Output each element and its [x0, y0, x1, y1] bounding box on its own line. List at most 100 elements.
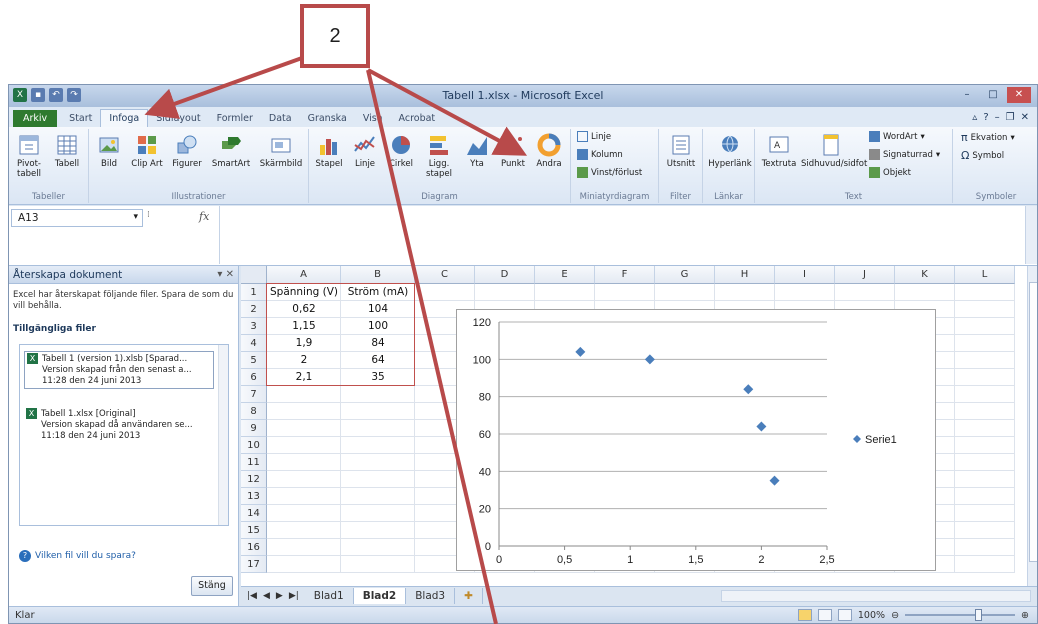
symbol-button[interactable]: Ω Symbol [961, 149, 1004, 162]
close-recovery-button[interactable]: Stäng [191, 576, 233, 596]
ribbon-minimize-icon[interactable]: ▵ [972, 112, 977, 123]
row-header-5[interactable]: 5 [241, 352, 267, 369]
column-header-e[interactable]: E [535, 266, 595, 284]
column-header-k[interactable]: K [895, 266, 955, 284]
slicer-button[interactable]: Utsnitt [661, 133, 701, 169]
tab-data[interactable]: Data [261, 110, 300, 127]
row-header-4[interactable]: 4 [241, 335, 267, 352]
row-header-17[interactable]: 17 [241, 556, 267, 573]
cell-b3[interactable]: 100 [341, 318, 415, 335]
clipart-button[interactable]: Clip Art [127, 133, 167, 169]
prev-sheet-icon[interactable]: ◀ [263, 591, 270, 601]
row-header-2[interactable]: 2 [241, 301, 267, 318]
zoom-in-icon[interactable]: ⊕ [1021, 610, 1029, 621]
tab-start[interactable]: Start [61, 110, 100, 127]
column-header-l[interactable]: L [955, 266, 1015, 284]
zoom-out-icon[interactable]: ⊖ [891, 610, 899, 621]
pie-chart-button[interactable]: Cirkel [381, 133, 421, 169]
equation-button[interactable]: π Ekvation ▾ [961, 131, 1015, 144]
row-header-9[interactable]: 9 [241, 420, 267, 437]
which-file-help-link[interactable]: ? Vilken fil vill du spara? [19, 550, 136, 562]
tab-sidlayout[interactable]: Sidlayout [148, 110, 208, 127]
cell-b2[interactable]: 104 [341, 301, 415, 318]
cell-b6[interactable]: 35 [341, 369, 415, 386]
cell-b4[interactable]: 84 [341, 335, 415, 352]
row-header-11[interactable]: 11 [241, 454, 267, 471]
cell-a3[interactable]: 1,15 [267, 318, 341, 335]
first-sheet-icon[interactable]: |◀ [247, 591, 257, 601]
sparkline-winloss-button[interactable]: Vinst/förlust [577, 167, 642, 178]
sheet-tab-blad3[interactable]: Blad3 [406, 587, 456, 604]
row-header-6[interactable]: 6 [241, 369, 267, 386]
next-sheet-icon[interactable]: ▶ [276, 591, 283, 601]
row-header-12[interactable]: 12 [241, 471, 267, 488]
scatter-chart-button[interactable]: Punkt [493, 133, 533, 169]
tab-formler[interactable]: Formler [209, 110, 261, 127]
vertical-scroll-thumb[interactable] [1029, 282, 1037, 562]
insert-sheet-icon[interactable]: ✚ [455, 587, 483, 604]
bar-chart-button[interactable]: Ligg. stapel [419, 133, 459, 179]
help-icon[interactable]: ? [983, 112, 988, 123]
sheet-vertical-scrollbar[interactable] [1027, 266, 1037, 586]
column-header-i[interactable]: I [775, 266, 835, 284]
table-button[interactable]: Tabell [47, 133, 87, 169]
formula-bar-expand[interactable] [1025, 206, 1037, 264]
name-box-dropdown-icon[interactable]: ▾ [133, 212, 138, 222]
sheet-tab-blad2[interactable]: Blad2 [353, 587, 407, 604]
screenshot-button[interactable]: Skärmbild [257, 133, 305, 169]
column-header-j[interactable]: J [835, 266, 895, 284]
recovered-file-2[interactable]: X Tabell 1.xlsx [Original] Version skapad… [24, 407, 214, 443]
cell-a1[interactable]: Spänning (V) [267, 284, 341, 301]
workbook-minimize-icon[interactable]: – [995, 112, 1000, 123]
smartart-button[interactable]: SmartArt [211, 133, 251, 169]
sparkline-column-button[interactable]: Kolumn [577, 149, 623, 160]
cell-a4[interactable]: 1,9 [267, 335, 341, 352]
signature-line-button[interactable]: Signaturrad ▾ [869, 149, 940, 160]
sheet-horizontal-scrollbar[interactable] [721, 590, 1031, 602]
row-header-10[interactable]: 10 [241, 437, 267, 454]
column-header-b[interactable]: B [341, 266, 415, 284]
row-header-16[interactable]: 16 [241, 539, 267, 556]
tab-visa[interactable]: Visa [355, 110, 391, 127]
row-header-13[interactable]: 13 [241, 488, 267, 505]
shapes-button[interactable]: Figurer [167, 133, 207, 169]
row-header-7[interactable]: 7 [241, 386, 267, 403]
sheet-tab-blad1[interactable]: Blad1 [305, 587, 354, 604]
cell-a2[interactable]: 0,62 [267, 301, 341, 318]
wordart-button[interactable]: WordArt ▾ [869, 131, 925, 142]
column-header-h[interactable]: H [715, 266, 775, 284]
row-header-8[interactable]: 8 [241, 403, 267, 420]
close-icon[interactable]: ✕ [1007, 87, 1031, 103]
object-button[interactable]: Objekt [869, 167, 911, 178]
row-header-1[interactable]: 1 [241, 284, 267, 301]
tab-granska[interactable]: Granska [300, 110, 355, 127]
row-header-14[interactable]: 14 [241, 505, 267, 522]
normal-view-icon[interactable] [797, 609, 812, 621]
cell-b5[interactable]: 64 [341, 352, 415, 369]
tab-infoga[interactable]: Infoga [100, 109, 149, 127]
minimize-icon[interactable]: – [955, 87, 979, 103]
header-footer-button[interactable]: Sidhuvud/sidfot [801, 133, 867, 169]
zoom-slider-knob[interactable] [975, 609, 983, 621]
page-break-view-icon[interactable] [837, 609, 852, 621]
picture-button[interactable]: Bild [89, 133, 129, 169]
column-header-c[interactable]: C [415, 266, 475, 284]
maximize-icon[interactable]: □ [981, 87, 1005, 103]
hyperlink-button[interactable]: Hyperlänk [707, 133, 753, 169]
row-header-15[interactable]: 15 [241, 522, 267, 539]
formula-input[interactable] [219, 206, 1025, 264]
cell-b1[interactable]: Ström (mA) [341, 284, 415, 301]
workbook-close-icon[interactable]: ✕ [1021, 112, 1029, 123]
column-header-g[interactable]: G [655, 266, 715, 284]
workbook-restore-icon[interactable]: ❐ [1006, 112, 1015, 123]
last-sheet-icon[interactable]: ▶| [289, 591, 299, 601]
tab-arkiv[interactable]: Arkiv [13, 110, 58, 127]
sparkline-line-button[interactable]: Linje [577, 131, 611, 142]
cell-a5[interactable]: 2 [267, 352, 341, 369]
zoom-slider[interactable] [905, 609, 1016, 621]
tab-acrobat[interactable]: Acrobat [391, 110, 444, 127]
row-header-3[interactable]: 3 [241, 318, 267, 335]
column-header-a[interactable]: A [267, 266, 341, 284]
insert-function-button[interactable]: fx [199, 210, 209, 223]
page-layout-view-icon[interactable] [817, 609, 832, 621]
